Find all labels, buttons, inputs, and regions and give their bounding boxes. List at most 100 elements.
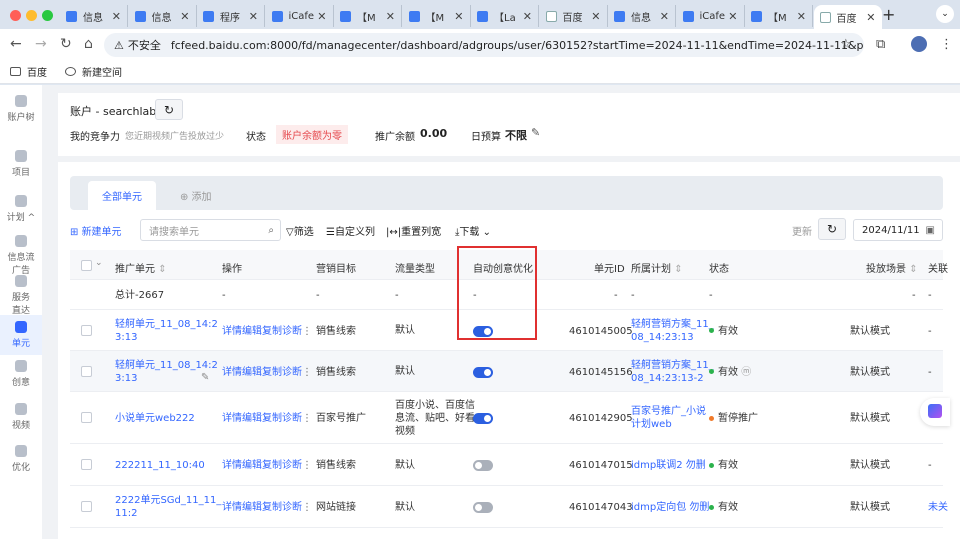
auto-creative-toggle[interactable] — [473, 413, 493, 424]
column-header[interactable]: 流量类型 — [395, 260, 435, 275]
menu-more-icon[interactable]: ⋮ — [940, 37, 953, 52]
browser-tab[interactable]: 信息 ✕ — [608, 5, 676, 27]
browser-tab[interactable]: 【M ✕ — [745, 5, 813, 27]
tab-all-units[interactable]: 全部单元 — [88, 181, 156, 210]
edit-name-icon[interactable]: ✎ — [201, 371, 209, 384]
action-link-2[interactable]: 复制 — [262, 412, 282, 425]
sort-icon[interactable]: ⇕ — [909, 264, 917, 275]
column-header[interactable]: 关联 — [928, 260, 948, 275]
table-refresh-button[interactable]: ↻ — [818, 218, 846, 240]
browser-tab[interactable]: 程序 ✕ — [197, 5, 265, 27]
sidebar-item-0[interactable]: 账户树 — [0, 95, 42, 123]
close-icon[interactable]: ✕ — [386, 10, 395, 23]
close-icon[interactable]: ✕ — [728, 10, 737, 23]
reload-button[interactable]: ↻ — [60, 36, 72, 52]
sidebar-item-4[interactable]: 服务 直达 — [0, 275, 42, 316]
more-icon[interactable]: ⋮ — [302, 459, 312, 472]
action-link-0[interactable]: 详情 — [222, 459, 242, 472]
plan-link[interactable]: 计划web — [631, 418, 672, 431]
column-header[interactable]: 推广单元 ⇕ — [115, 260, 167, 275]
new-unit-button[interactable]: ⊞ 新建单元 — [70, 223, 122, 238]
sidebar-item-7[interactable]: 视频 — [0, 403, 42, 431]
tab-search-button[interactable]: ⌄ — [936, 5, 954, 23]
action-link-3[interactable]: 诊断 — [282, 366, 302, 379]
column-header[interactable]: 操作 — [222, 260, 242, 275]
browser-tab[interactable]: 百度 ✕ — [813, 5, 882, 29]
table-row[interactable] — [70, 486, 943, 528]
browser-tab[interactable]: 信息 ✕ — [129, 5, 197, 27]
browser-tab[interactable]: 百度 ✕ — [540, 5, 608, 27]
tab-add[interactable]: ⊕ 添加 — [180, 188, 212, 203]
column-header[interactable]: 单元ID — [594, 260, 625, 275]
maximize-window-button[interactable] — [42, 10, 53, 21]
close-icon[interactable]: ✕ — [797, 10, 806, 23]
close-icon[interactable]: ✕ — [180, 10, 189, 23]
column-header[interactable]: 营销目标 — [316, 260, 356, 275]
unit-name-link[interactable]: 轻舸单元_11_08_14:2 — [115, 318, 218, 331]
row-checkbox[interactable] — [81, 324, 92, 336]
action-link-1[interactable]: 编辑 — [242, 459, 262, 472]
bookmark-star-icon[interactable]: ☆ — [840, 37, 852, 52]
close-icon[interactable]: ✕ — [523, 10, 532, 23]
plan-link[interactable]: idmp联调2 勿删 — [631, 459, 706, 472]
profile-avatar[interactable] — [911, 36, 927, 52]
action-link-1[interactable]: 编辑 — [242, 412, 262, 425]
unit-name-link[interactable]: 11:2 — [115, 507, 137, 520]
row-checkbox[interactable] — [81, 501, 92, 512]
forward-button[interactable]: → — [35, 36, 47, 52]
row-checkbox[interactable] — [81, 459, 92, 470]
plan-link[interactable]: 08_14:23:13-2 — [631, 372, 704, 385]
sidebar-item-5[interactable]: 单元 — [0, 315, 42, 355]
browser-tab[interactable]: 信息 ✕ — [60, 5, 128, 27]
plan-link[interactable]: 百家号推广_小说 — [631, 405, 706, 418]
more-icon[interactable]: ⋮ — [302, 501, 312, 514]
close-icon[interactable]: ✕ — [866, 11, 875, 24]
search-icon[interactable]: ⌕ — [268, 225, 274, 236]
assistant-float-button[interactable] — [920, 398, 950, 426]
sort-icon[interactable]: ⇕ — [158, 264, 166, 275]
column-header[interactable]: 投放场景 ⇕ — [866, 260, 918, 275]
sidebar-item-3[interactable]: 信息流 广告 — [0, 235, 42, 276]
unit-name-link[interactable]: 2222单元SGd_11_11_ — [115, 494, 221, 507]
row-checkbox[interactable] — [81, 365, 92, 377]
close-icon[interactable]: ✕ — [249, 10, 258, 23]
new-tab-button[interactable]: + — [882, 5, 895, 24]
plan-link[interactable]: 轻舸营销方案_11_ — [631, 318, 714, 331]
browser-tab[interactable]: iCafe ✕ — [677, 5, 745, 27]
account-refresh-button[interactable]: ↻ — [155, 99, 183, 120]
action-link-2[interactable]: 复制 — [262, 459, 282, 472]
search-input[interactable]: 请搜索单元 ⌕ — [140, 219, 281, 241]
plan-link[interactable]: 08_14:23:13 — [631, 331, 694, 344]
table-row[interactable] — [70, 392, 943, 444]
chevron-down-icon[interactable]: ⌄ — [95, 258, 103, 268]
column-header[interactable]: 所属计划 ⇕ — [631, 260, 683, 275]
close-icon[interactable]: ✕ — [317, 10, 326, 23]
edit-budget-icon[interactable]: ✎ — [531, 126, 540, 139]
action-link-3[interactable]: 诊断 — [282, 412, 302, 425]
bookmark-new-space[interactable]: 新建空间 — [65, 64, 122, 79]
sort-icon[interactable]: ⇕ — [674, 264, 682, 275]
action-link-2[interactable]: 复制 — [262, 501, 282, 514]
plan-link[interactable]: idmp定向包 勿删 — [631, 501, 709, 514]
action-link-3[interactable]: 诊断 — [282, 459, 302, 472]
browser-tab[interactable]: 【M ✕ — [403, 5, 471, 27]
bookmark-baidu[interactable]: 百度 — [10, 64, 47, 79]
action-link-2[interactable]: 复制 — [262, 325, 282, 338]
custom-columns-button[interactable]: ☰自定义列 — [326, 223, 375, 238]
browser-tab[interactable]: 【La ✕ — [471, 5, 539, 27]
unit-name-link[interactable]: 小说单元web222 — [115, 412, 195, 425]
close-icon[interactable]: ✕ — [660, 10, 669, 23]
sidebar-item-6[interactable]: 创意 — [0, 360, 42, 388]
address-bar[interactable]: ⚠ 不安全 fcfeed.baidu.com:8000/fd/managecen… — [104, 33, 864, 57]
reset-width-button[interactable]: |↔|重置列宽 — [386, 223, 441, 238]
action-link-3[interactable]: 诊断 — [282, 325, 302, 338]
unit-name-link[interactable]: 3:13 — [115, 372, 137, 385]
extensions-icon[interactable]: ⧉ — [876, 37, 885, 52]
row-checkbox[interactable] — [81, 412, 92, 423]
action-link-0[interactable]: 详情 — [222, 501, 242, 514]
auto-creative-toggle[interactable] — [473, 460, 493, 471]
browser-tab[interactable]: 【M ✕ — [334, 5, 402, 27]
action-link-0[interactable]: 详情 — [222, 366, 242, 379]
select-all-checkbox[interactable] — [81, 260, 92, 271]
unit-name-link[interactable]: 3:13 — [115, 331, 137, 344]
